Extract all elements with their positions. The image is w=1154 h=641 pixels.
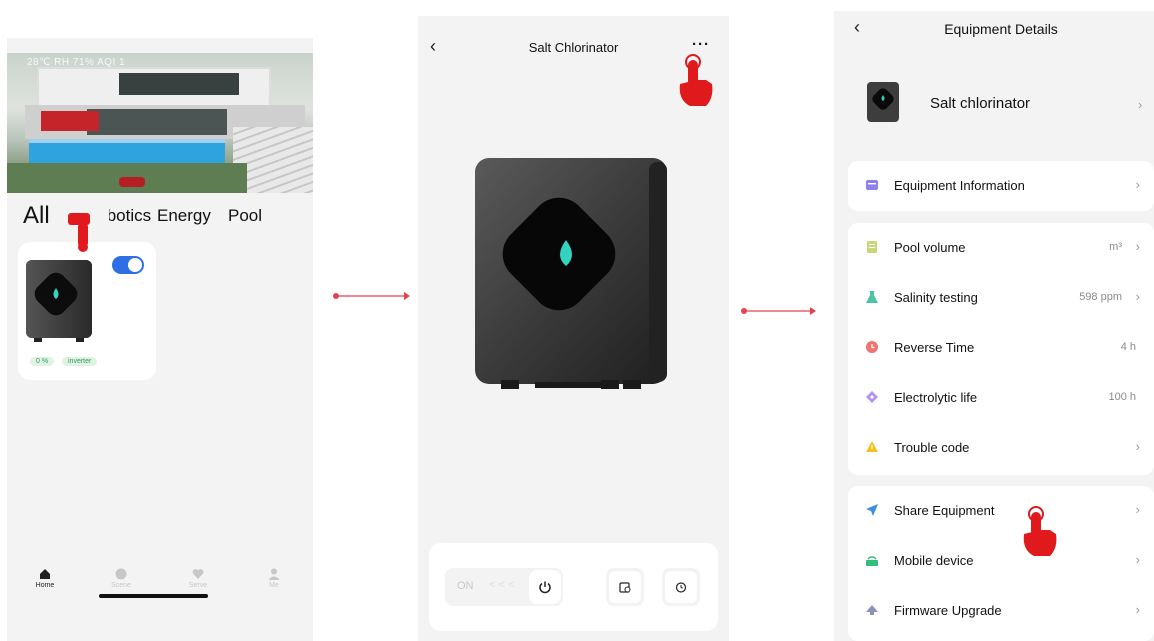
row-value: 598 ppm: [1079, 291, 1122, 303]
power-icon: [539, 581, 551, 594]
row-reverse-time[interactable]: Reverse Time 4 h: [848, 323, 1154, 373]
device-thumbnail: [26, 260, 92, 342]
device-header[interactable]: Salt chlorinator ›: [842, 59, 1154, 151]
row-value: 100 h: [1108, 391, 1136, 403]
more-options-button[interactable]: ···: [692, 36, 710, 53]
row-label: Firmware Upgrade: [894, 603, 1002, 618]
calendar-icon: [619, 582, 631, 593]
row-label: Salinity testing: [894, 290, 978, 305]
row-mobile-device[interactable]: Mobile device ›: [848, 536, 1154, 586]
flow-arrow-icon: [333, 292, 410, 300]
device-power-toggle[interactable]: [112, 256, 144, 274]
category-pool[interactable]: Pool: [228, 206, 262, 226]
row-share-equipment[interactable]: Share Equipment ›: [848, 486, 1154, 536]
chevron-right-icon: ›: [1135, 439, 1140, 454]
schedule-button[interactable]: [606, 568, 644, 606]
chevron-right-icon: ›: [1135, 239, 1140, 254]
switch-chevrons: < < <: [489, 579, 515, 591]
flow-arrow-icon: [741, 307, 816, 315]
row-value: 4 h: [1120, 341, 1136, 353]
row-label: Electrolytic life: [894, 390, 978, 405]
chevron-right-icon: ›: [1135, 602, 1140, 617]
upload-icon: [866, 605, 878, 615]
device-card-salt-chlorinator[interactable]: 0 % inverter: [18, 242, 156, 380]
router-icon: [866, 556, 878, 566]
chevron-right-icon: ›: [1138, 97, 1143, 112]
chevron-right-icon: ›: [1135, 177, 1140, 192]
tab-me[interactable]: Me: [244, 561, 304, 589]
output-percent-tag: 0 %: [30, 357, 55, 366]
clock-icon: [866, 341, 878, 353]
row-label: Mobile device: [894, 553, 974, 568]
home-indicator: [99, 594, 208, 598]
info-group: Equipment Information ›: [848, 161, 1154, 211]
home-hero-image: 28℃ RH 71% AQI 1: [7, 53, 313, 193]
page-title: Salt Chlorinator: [528, 40, 619, 55]
row-label: Share Equipment: [894, 503, 995, 518]
tag-icon: [866, 391, 878, 403]
inverter-tag: inverter: [62, 357, 98, 366]
chevron-right-icon: ›: [1135, 502, 1140, 517]
equipment-details-screen: ‹ Equipment Details Salt chlorinator › E…: [834, 11, 1154, 641]
power-button[interactable]: [529, 570, 561, 604]
home-screen: 28℃ RH 71% AQI 1 All Robotics Energy Poo…: [7, 38, 313, 641]
category-all[interactable]: All: [23, 202, 50, 230]
home-icon: [40, 569, 50, 579]
row-label: Equipment Information: [894, 178, 1025, 193]
row-pool-volume[interactable]: Pool volume m³ ›: [848, 223, 1154, 273]
row-equipment-information[interactable]: Equipment Information ›: [848, 161, 1154, 211]
power-switch[interactable]: ON < < <: [445, 568, 563, 606]
flask-icon: [866, 291, 878, 303]
warning-icon: [866, 441, 878, 452]
person-icon: [268, 568, 280, 580]
row-label: Pool volume: [894, 240, 966, 255]
page-title: Equipment Details: [944, 21, 1058, 37]
row-salinity-testing[interactable]: Salinity testing 598 ppm ›: [848, 273, 1154, 323]
chevron-right-icon: ›: [1135, 289, 1140, 304]
alarm-clock-icon: [675, 582, 687, 593]
list-icon: [867, 241, 877, 253]
row-label: Reverse Time: [894, 340, 975, 355]
share-group: Share Equipment › Mobile device › Firmwa…: [848, 486, 1154, 641]
card-icon: [866, 180, 878, 190]
device-thumbnail: [867, 82, 899, 122]
tap-pointer-icon: [1023, 506, 1057, 556]
device-name: Salt chlorinator: [930, 95, 1031, 112]
heart-icon: [192, 569, 204, 579]
control-bar: ON < < <: [429, 543, 718, 631]
row-electrolytic-life[interactable]: Electrolytic life 100 h: [848, 373, 1154, 423]
timer-button[interactable]: [662, 568, 700, 606]
tab-home[interactable]: Home: [15, 561, 75, 589]
switch-label: ON: [457, 580, 474, 592]
tab-scene[interactable]: Scene: [91, 561, 151, 589]
device-image: [475, 158, 667, 389]
tab-serve[interactable]: Serve: [168, 561, 228, 589]
row-value: m³: [1109, 241, 1122, 253]
tap-pointer-icon: [679, 54, 713, 106]
row-label: Trouble code: [894, 440, 970, 455]
settings-group: Pool volume m³ › Salinity testing 598 pp…: [848, 223, 1154, 475]
scene-icon: [115, 568, 127, 580]
row-firmware-upgrade[interactable]: Firmware Upgrade ›: [848, 586, 1154, 636]
chevron-right-icon: ›: [1135, 552, 1140, 567]
tap-pointer-icon: [68, 213, 90, 252]
row-trouble-code[interactable]: Trouble code ›: [848, 423, 1154, 473]
device-screen: ‹ Salt Chlorinator ··· ON < < <: [418, 16, 729, 641]
category-energy[interactable]: Energy: [157, 206, 211, 226]
weather-status: 28℃ RH 71% AQI 1: [27, 57, 126, 68]
send-icon: [866, 504, 878, 516]
